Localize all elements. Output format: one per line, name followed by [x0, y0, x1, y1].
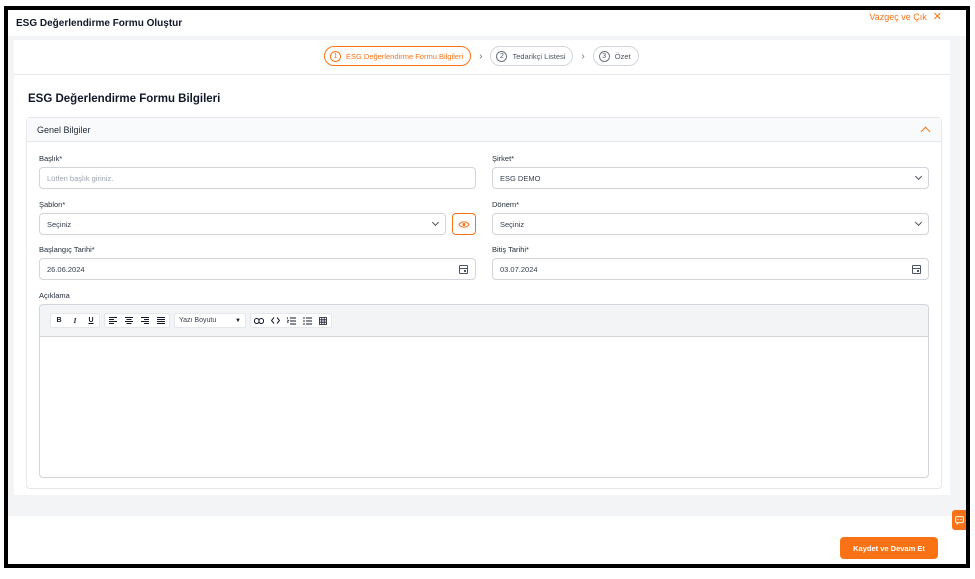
- table-icon: [319, 316, 327, 325]
- code-button[interactable]: [267, 314, 283, 327]
- page-title: ESG Değerlendirme Formu Bilgileri: [28, 93, 221, 105]
- table-button[interactable]: [315, 314, 331, 327]
- start-date-label: Başlangıç Tarihi*: [39, 245, 95, 254]
- company-select-value: ESG DEMO: [500, 173, 541, 183]
- ordered-list-icon: [286, 316, 296, 324]
- window-title: ESG Değerlendirme Formu Oluştur: [16, 18, 183, 29]
- ordered-list-button[interactable]: [283, 314, 299, 327]
- description-editor: B I U Yazı Boyutu ▼: [39, 304, 929, 478]
- preview-template-button[interactable]: [452, 213, 476, 235]
- bold-button[interactable]: B: [51, 314, 67, 327]
- align-left-button[interactable]: [105, 314, 121, 327]
- align-justify-button[interactable]: [153, 314, 169, 327]
- chevron-right-icon: ›: [581, 50, 585, 62]
- title-bar: ESG Değerlendirme Formu Oluştur Vazgeç v…: [8, 10, 966, 36]
- description-textarea[interactable]: [40, 337, 928, 477]
- step-label: ESG Değerlendirme Formu Bilgileri: [346, 51, 464, 61]
- step-label: Tedarikçi Listesi: [512, 51, 566, 61]
- close-icon: ✕: [932, 11, 942, 23]
- template-select[interactable]: Seçiniz: [39, 213, 446, 235]
- stepper-bar: 1 ESG Değerlendirme Formu Bilgileri › 2 …: [14, 40, 950, 75]
- step-number: 1: [330, 50, 341, 62]
- end-date-label: Bitiş Tarihi*: [492, 245, 529, 254]
- template-field-label: Şablon*: [39, 200, 66, 209]
- chevron-down-icon: [914, 218, 923, 227]
- general-info-card: Genel Bilgiler Başlık* Lütfen başlık gir…: [26, 117, 942, 489]
- step-number: 2: [496, 50, 508, 62]
- editor-toolbar: B I U Yazı Boyutu ▼: [40, 305, 928, 337]
- link-button[interactable]: [251, 314, 267, 327]
- step-supplier-list[interactable]: 2 Tedarikçi Listesi: [490, 46, 574, 66]
- card-title: Genel Bilgiler: [37, 124, 91, 135]
- insert-group: [250, 313, 332, 328]
- cancel-exit-button[interactable]: Vazgeç ve Çık ✕: [869, 10, 942, 23]
- eye-icon: [458, 220, 470, 228]
- end-date-input[interactable]: 03.07.2024: [492, 258, 929, 280]
- feedback-button[interactable]: [952, 510, 966, 530]
- calendar-icon[interactable]: [459, 264, 468, 274]
- title-input[interactable]: Lütfen başlık giriniz.: [39, 167, 476, 189]
- code-icon: [270, 317, 280, 324]
- step-general-info[interactable]: 1 ESG Değerlendirme Formu Bilgileri: [324, 46, 472, 66]
- chat-icon: [954, 515, 964, 525]
- footer: Kaydet ve Devam Et: [8, 516, 966, 564]
- text-style-group: B I U: [50, 313, 100, 328]
- chevron-down-icon: [431, 218, 440, 227]
- title-input-placeholder: Lütfen başlık giriniz.: [47, 173, 114, 183]
- period-field-label: Dönem*: [492, 200, 520, 209]
- template-select-value: Seçiniz: [47, 219, 72, 229]
- app-window: ESG Değerlendirme Formu Oluştur Vazgeç v…: [4, 6, 970, 568]
- font-size-label: Yazı Boyutu: [179, 317, 217, 324]
- unordered-list-icon: [302, 316, 312, 325]
- start-date-input[interactable]: 26.06.2024: [39, 258, 476, 280]
- align-center-button[interactable]: [121, 314, 137, 327]
- description-label: Açıklama: [39, 291, 70, 300]
- general-info-header[interactable]: Genel Bilgiler: [27, 118, 941, 142]
- align-center-icon: [125, 317, 133, 324]
- align-right-icon: [141, 317, 149, 324]
- period-select-value: Seçiniz: [500, 219, 525, 229]
- caret-down-icon: ▼: [235, 317, 241, 324]
- italic-button[interactable]: I: [67, 314, 83, 327]
- company-select[interactable]: ESG DEMO: [492, 167, 929, 189]
- calendar-icon[interactable]: [912, 264, 921, 274]
- title-field-label: Başlık*: [39, 154, 63, 163]
- alignment-group: [104, 313, 170, 328]
- step-label: Özet: [614, 51, 631, 61]
- stepper: 1 ESG Değerlendirme Formu Bilgileri › 2 …: [324, 46, 639, 66]
- align-justify-icon: [157, 317, 165, 324]
- chevron-right-icon: ›: [479, 50, 483, 62]
- underline-button[interactable]: U: [83, 314, 99, 327]
- step-summary[interactable]: 3 Özet: [592, 46, 639, 66]
- end-date-value: 03.07.2024: [500, 264, 538, 274]
- start-date-value: 26.06.2024: [47, 264, 85, 274]
- chevron-up-icon[interactable]: [920, 126, 931, 136]
- step-number: 3: [598, 50, 610, 62]
- cancel-exit-label: Vazgeç ve Çık: [869, 11, 927, 22]
- align-right-button[interactable]: [137, 314, 153, 327]
- chevron-down-icon: [914, 172, 923, 181]
- unordered-list-button[interactable]: [299, 314, 315, 327]
- save-and-continue-button[interactable]: Kaydet ve Devam Et: [840, 537, 938, 559]
- link-icon: [254, 317, 264, 324]
- align-left-icon: [109, 317, 117, 324]
- main-content: ESG Değerlendirme Formu Bilgileri Genel …: [14, 75, 950, 495]
- company-field-label: Şirket*: [492, 154, 515, 163]
- divider: [8, 500, 966, 512]
- period-select[interactable]: Seçiniz: [492, 213, 929, 235]
- font-size-select[interactable]: Yazı Boyutu ▼: [174, 313, 246, 328]
